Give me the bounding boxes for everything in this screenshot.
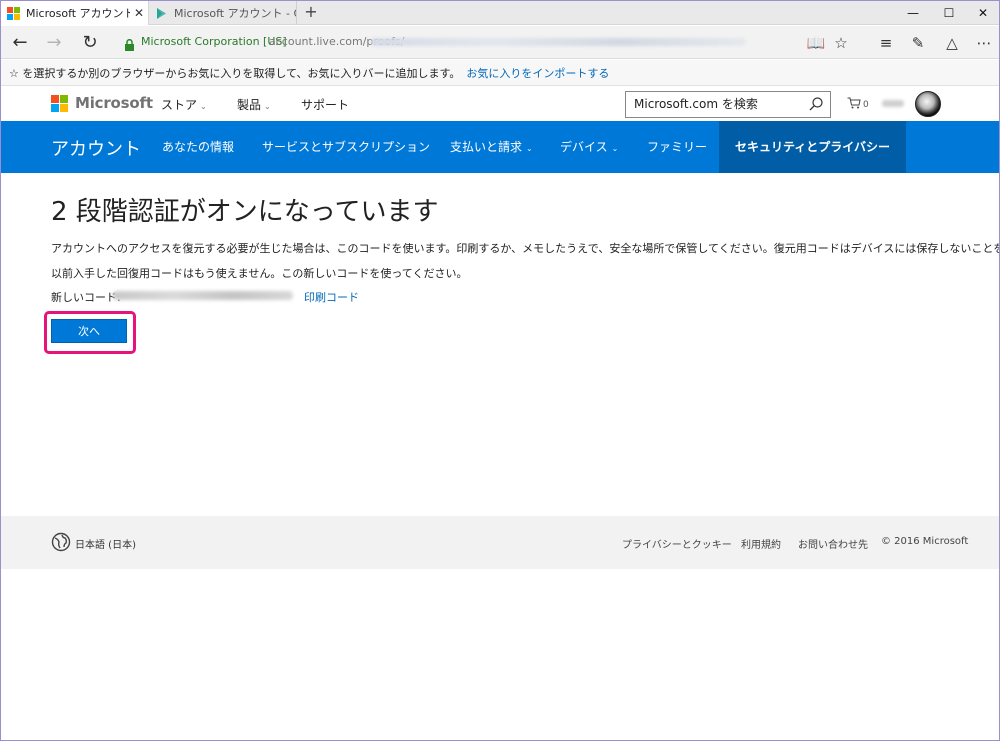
- next-button[interactable]: 次へ: [51, 319, 127, 343]
- more-icon[interactable]: ⋯: [973, 32, 995, 54]
- tab-title: Microsoft アカウント - Google: [174, 7, 296, 20]
- lock-icon: [124, 36, 135, 51]
- new-code-label: 新しいコード:: [51, 291, 121, 304]
- print-code-link[interactable]: 印刷コード: [304, 289, 359, 305]
- nav-payment-billing[interactable]: 支払いと請求 ⌄: [450, 121, 533, 173]
- chevron-down-icon: ⌄: [264, 102, 271, 111]
- hub-icon[interactable]: ≡: [875, 32, 897, 54]
- chevron-down-icon: ⌄: [200, 102, 207, 111]
- browser-window: Microsoft アカウント ✕ Microsoft アカウント - Goog…: [0, 0, 1000, 741]
- microsoft-logo-icon[interactable]: [51, 95, 68, 112]
- web-note-icon[interactable]: ✎: [907, 32, 929, 54]
- globe-icon[interactable]: [51, 532, 71, 552]
- search-input[interactable]: [634, 97, 804, 111]
- forward-arrow-icon[interactable]: →: [41, 30, 67, 56]
- cart-button[interactable]: 0: [847, 97, 869, 112]
- nav-devices-label: デバイス: [560, 140, 608, 154]
- footer: 日本語 (日本) プライバシーとクッキー 利用規約 お問い合わせ先 © 2016…: [1, 516, 999, 569]
- brand-wordmark[interactable]: Microsoft: [75, 94, 153, 112]
- close-tab-icon[interactable]: ✕: [130, 6, 148, 20]
- cart-count: 0: [863, 99, 869, 110]
- nav-payment-billing-label: 支払いと請求: [450, 140, 523, 154]
- recovery-code-blurred: [113, 291, 293, 300]
- close-window-button[interactable]: ✕: [965, 1, 999, 25]
- maximize-button[interactable]: ☐: [931, 1, 967, 25]
- chevron-down-icon: ⌄: [611, 144, 619, 153]
- footer-link-terms[interactable]: 利用規約: [741, 536, 781, 551]
- nav-security-privacy[interactable]: セキュリティとプライバシー: [719, 121, 907, 173]
- tab-strip: Microsoft アカウント ✕ Microsoft アカウント - Goog…: [1, 1, 999, 25]
- microsoft-logo-icon: [7, 6, 20, 20]
- minimize-button[interactable]: —: [895, 1, 931, 25]
- tab-microsoft-account[interactable]: Microsoft アカウント ✕: [1, 1, 149, 25]
- nav-products[interactable]: 製品 ⌄: [237, 96, 271, 113]
- tab-title: Microsoft アカウント: [26, 7, 130, 20]
- account-title[interactable]: アカウント: [51, 135, 141, 161]
- search-icon[interactable]: [808, 96, 824, 112]
- footer-link-contact[interactable]: お問い合わせ先: [798, 536, 868, 551]
- cart-icon: [847, 97, 861, 112]
- instructions-text: アカウントへのアクセスを復元する必要が生じた場合は、このコードを使います。印刷す…: [51, 242, 1000, 255]
- google-play-icon: [155, 7, 168, 20]
- favorite-star-icon[interactable]: ☆: [830, 32, 852, 54]
- search-box[interactable]: [625, 91, 831, 118]
- favorites-hint-text: ☆ を選択するか別のブラウザーからお気に入りを取得して、お気に入りバーに追加しま…: [9, 66, 461, 80]
- nav-store[interactable]: ストア ⌄: [161, 96, 207, 113]
- address-bar-row: ← → ↻ Microsoft Corporation [US] account…: [1, 26, 999, 59]
- site-identity[interactable]: Microsoft Corporation [US]: [141, 35, 287, 48]
- share-icon[interactable]: △: [941, 32, 963, 54]
- refresh-icon[interactable]: ↻: [77, 30, 103, 56]
- footer-copyright: © 2016 Microsoft: [881, 536, 969, 547]
- account-nav: アカウント あなたの情報 サービスとサブスクリプション 支払いと請求 ⌄ デバイス…: [1, 121, 999, 173]
- url-blurred-segment: [371, 38, 746, 46]
- language-selector[interactable]: 日本語 (日本): [75, 536, 136, 551]
- chevron-down-icon: ⌄: [526, 144, 533, 153]
- nav-your-info[interactable]: あなたの情報: [162, 121, 234, 173]
- nav-services-subscriptions[interactable]: サービスとサブスクリプション: [262, 121, 430, 173]
- new-tab-button[interactable]: +: [301, 1, 321, 25]
- tab-google-play[interactable]: Microsoft アカウント - Google: [149, 1, 297, 25]
- avatar[interactable]: [915, 91, 941, 117]
- username-blurred: [882, 100, 904, 107]
- nav-support[interactable]: サポート: [301, 96, 349, 113]
- page-title: 2 段階認証がオンになっています: [51, 197, 439, 227]
- old-code-notice: 以前入手した回復用コードはもう使えません。この新しいコードを使ってください。: [51, 267, 468, 280]
- favorites-bar: ☆ を選択するか別のブラウザーからお気に入りを取得して、お気に入りバーに追加しま…: [1, 60, 999, 86]
- nav-products-label: 製品: [237, 98, 262, 112]
- nav-devices[interactable]: デバイス ⌄: [560, 121, 618, 173]
- footer-link-privacy[interactable]: プライバシーとクッキー: [622, 536, 732, 551]
- nav-store-label: ストア: [161, 98, 198, 112]
- site-header: Microsoft ストア⌄ 製品⌄ サポート 0: [1, 87, 999, 121]
- import-favorites-link[interactable]: お気に入りをインポートする: [466, 65, 609, 81]
- back-arrow-icon[interactable]: ←: [7, 30, 33, 56]
- reading-view-icon[interactable]: 📖: [805, 32, 827, 54]
- nav-family[interactable]: ファミリー: [647, 121, 707, 173]
